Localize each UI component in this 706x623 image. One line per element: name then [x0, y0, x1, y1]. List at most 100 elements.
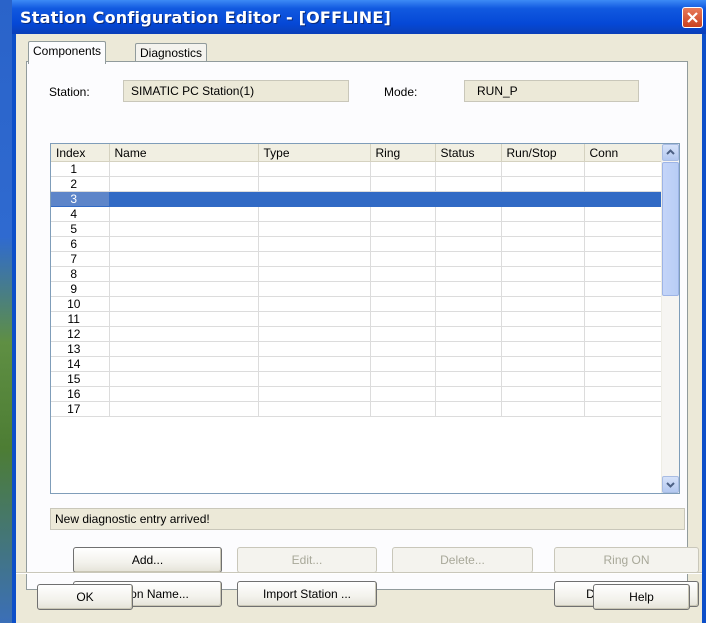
cell-type — [258, 266, 371, 282]
cell-conn — [584, 266, 663, 282]
table-header-row: Index Name Type Ring Status Run/Stop Con… — [51, 144, 663, 162]
add-button[interactable]: Add... — [73, 547, 222, 573]
cell-status — [435, 401, 502, 417]
cell-status — [435, 176, 502, 192]
cell-name — [109, 221, 259, 237]
cell-name — [109, 371, 259, 387]
cell-ring — [370, 251, 436, 267]
cell-ring — [370, 176, 436, 192]
column-header-run-stop[interactable]: Run/Stop — [501, 144, 585, 162]
edit-button[interactable]: Edit... — [237, 547, 377, 573]
cell-status — [435, 236, 502, 252]
table-row[interactable]: 6 — [51, 236, 663, 252]
cell-conn — [584, 281, 663, 297]
cell-run-stop — [501, 341, 585, 357]
table-row[interactable]: 17 — [51, 401, 663, 417]
cell-ring — [370, 401, 436, 417]
table-row[interactable]: 13 — [51, 341, 663, 357]
cell-run-stop — [501, 236, 585, 252]
table-row[interactable]: 3 — [51, 191, 663, 207]
scroll-thumb[interactable] — [662, 162, 679, 296]
cell-type — [258, 191, 371, 207]
table-row[interactable]: 9 — [51, 281, 663, 297]
cell-type — [258, 356, 371, 372]
cell-status — [435, 191, 502, 207]
cell-status — [435, 311, 502, 327]
cell-name — [109, 296, 259, 312]
station-field: SIMATIC PC Station(1) — [123, 80, 349, 102]
cell-index: 6 — [51, 236, 110, 252]
table-row[interactable]: 11 — [51, 311, 663, 327]
table-row[interactable]: 5 — [51, 221, 663, 237]
cell-type — [258, 341, 371, 357]
cell-index: 16 — [51, 386, 110, 402]
cell-status — [435, 266, 502, 282]
ok-button[interactable]: OK — [37, 584, 133, 610]
table-row[interactable]: 7 — [51, 251, 663, 267]
cell-name — [109, 161, 259, 177]
cell-ring — [370, 296, 436, 312]
cell-type — [258, 326, 371, 342]
column-header-index[interactable]: Index — [51, 144, 110, 162]
delete-button[interactable]: Delete... — [392, 547, 533, 573]
cell-status — [435, 341, 502, 357]
cell-ring — [370, 326, 436, 342]
cell-conn — [584, 386, 663, 402]
cell-conn — [584, 341, 663, 357]
cell-name — [109, 236, 259, 252]
cell-status — [435, 371, 502, 387]
cell-run-stop — [501, 326, 585, 342]
cell-ring — [370, 311, 436, 327]
cell-conn — [584, 191, 663, 207]
column-header-type[interactable]: Type — [258, 144, 371, 162]
import-station-button[interactable]: Import Station ... — [237, 581, 377, 607]
tab-diagnostics[interactable]: Diagnostics — [135, 43, 208, 63]
cell-run-stop — [501, 356, 585, 372]
cell-name — [109, 401, 259, 417]
title-bar[interactable]: Station Configuration Editor - [OFFLINE] — [12, 0, 706, 34]
cell-conn — [584, 236, 663, 252]
cell-index: 13 — [51, 341, 110, 357]
table-row[interactable]: 1 — [51, 161, 663, 177]
cell-name — [109, 266, 259, 282]
close-button[interactable] — [682, 7, 703, 28]
cell-status — [435, 326, 502, 342]
cell-index: 4 — [51, 206, 110, 222]
scroll-up-button[interactable] — [662, 144, 679, 161]
cell-name — [109, 356, 259, 372]
tab-components[interactable]: Components — [28, 41, 107, 64]
cell-conn — [584, 401, 663, 417]
table-row[interactable]: 15 — [51, 371, 663, 387]
cell-type — [258, 311, 371, 327]
table-row[interactable]: 2 — [51, 176, 663, 192]
table-row[interactable]: 14 — [51, 356, 663, 372]
table-row[interactable]: 12 — [51, 326, 663, 342]
ring-on-button[interactable]: Ring ON — [554, 547, 699, 573]
scroll-down-button[interactable] — [662, 476, 679, 493]
table-row[interactable]: 10 — [51, 296, 663, 312]
cell-type — [258, 251, 371, 267]
vertical-scrollbar[interactable] — [661, 144, 679, 493]
table-row[interactable]: 16 — [51, 386, 663, 402]
column-header-conn[interactable]: Conn — [584, 144, 663, 162]
cell-index: 9 — [51, 281, 110, 297]
column-header-ring[interactable]: Ring — [370, 144, 436, 162]
column-header-name[interactable]: Name — [109, 144, 259, 162]
status-message: New diagnostic entry arrived! — [50, 508, 685, 530]
cell-index: 5 — [51, 221, 110, 237]
cell-ring — [370, 206, 436, 222]
cell-index: 17 — [51, 401, 110, 417]
table-row[interactable]: 4 — [51, 206, 663, 222]
window-title: Station Configuration Editor - [OFFLINE] — [20, 8, 391, 27]
column-header-status[interactable]: Status — [435, 144, 502, 162]
cell-ring — [370, 356, 436, 372]
cell-ring — [370, 161, 436, 177]
cell-type — [258, 296, 371, 312]
components-table[interactable]: Index Name Type Ring Status Run/Stop Con… — [50, 143, 680, 494]
cell-ring — [370, 386, 436, 402]
cell-run-stop — [501, 176, 585, 192]
cell-index: 14 — [51, 356, 110, 372]
help-button[interactable]: Help — [593, 584, 690, 610]
table-row[interactable]: 8 — [51, 266, 663, 282]
cell-ring — [370, 236, 436, 252]
